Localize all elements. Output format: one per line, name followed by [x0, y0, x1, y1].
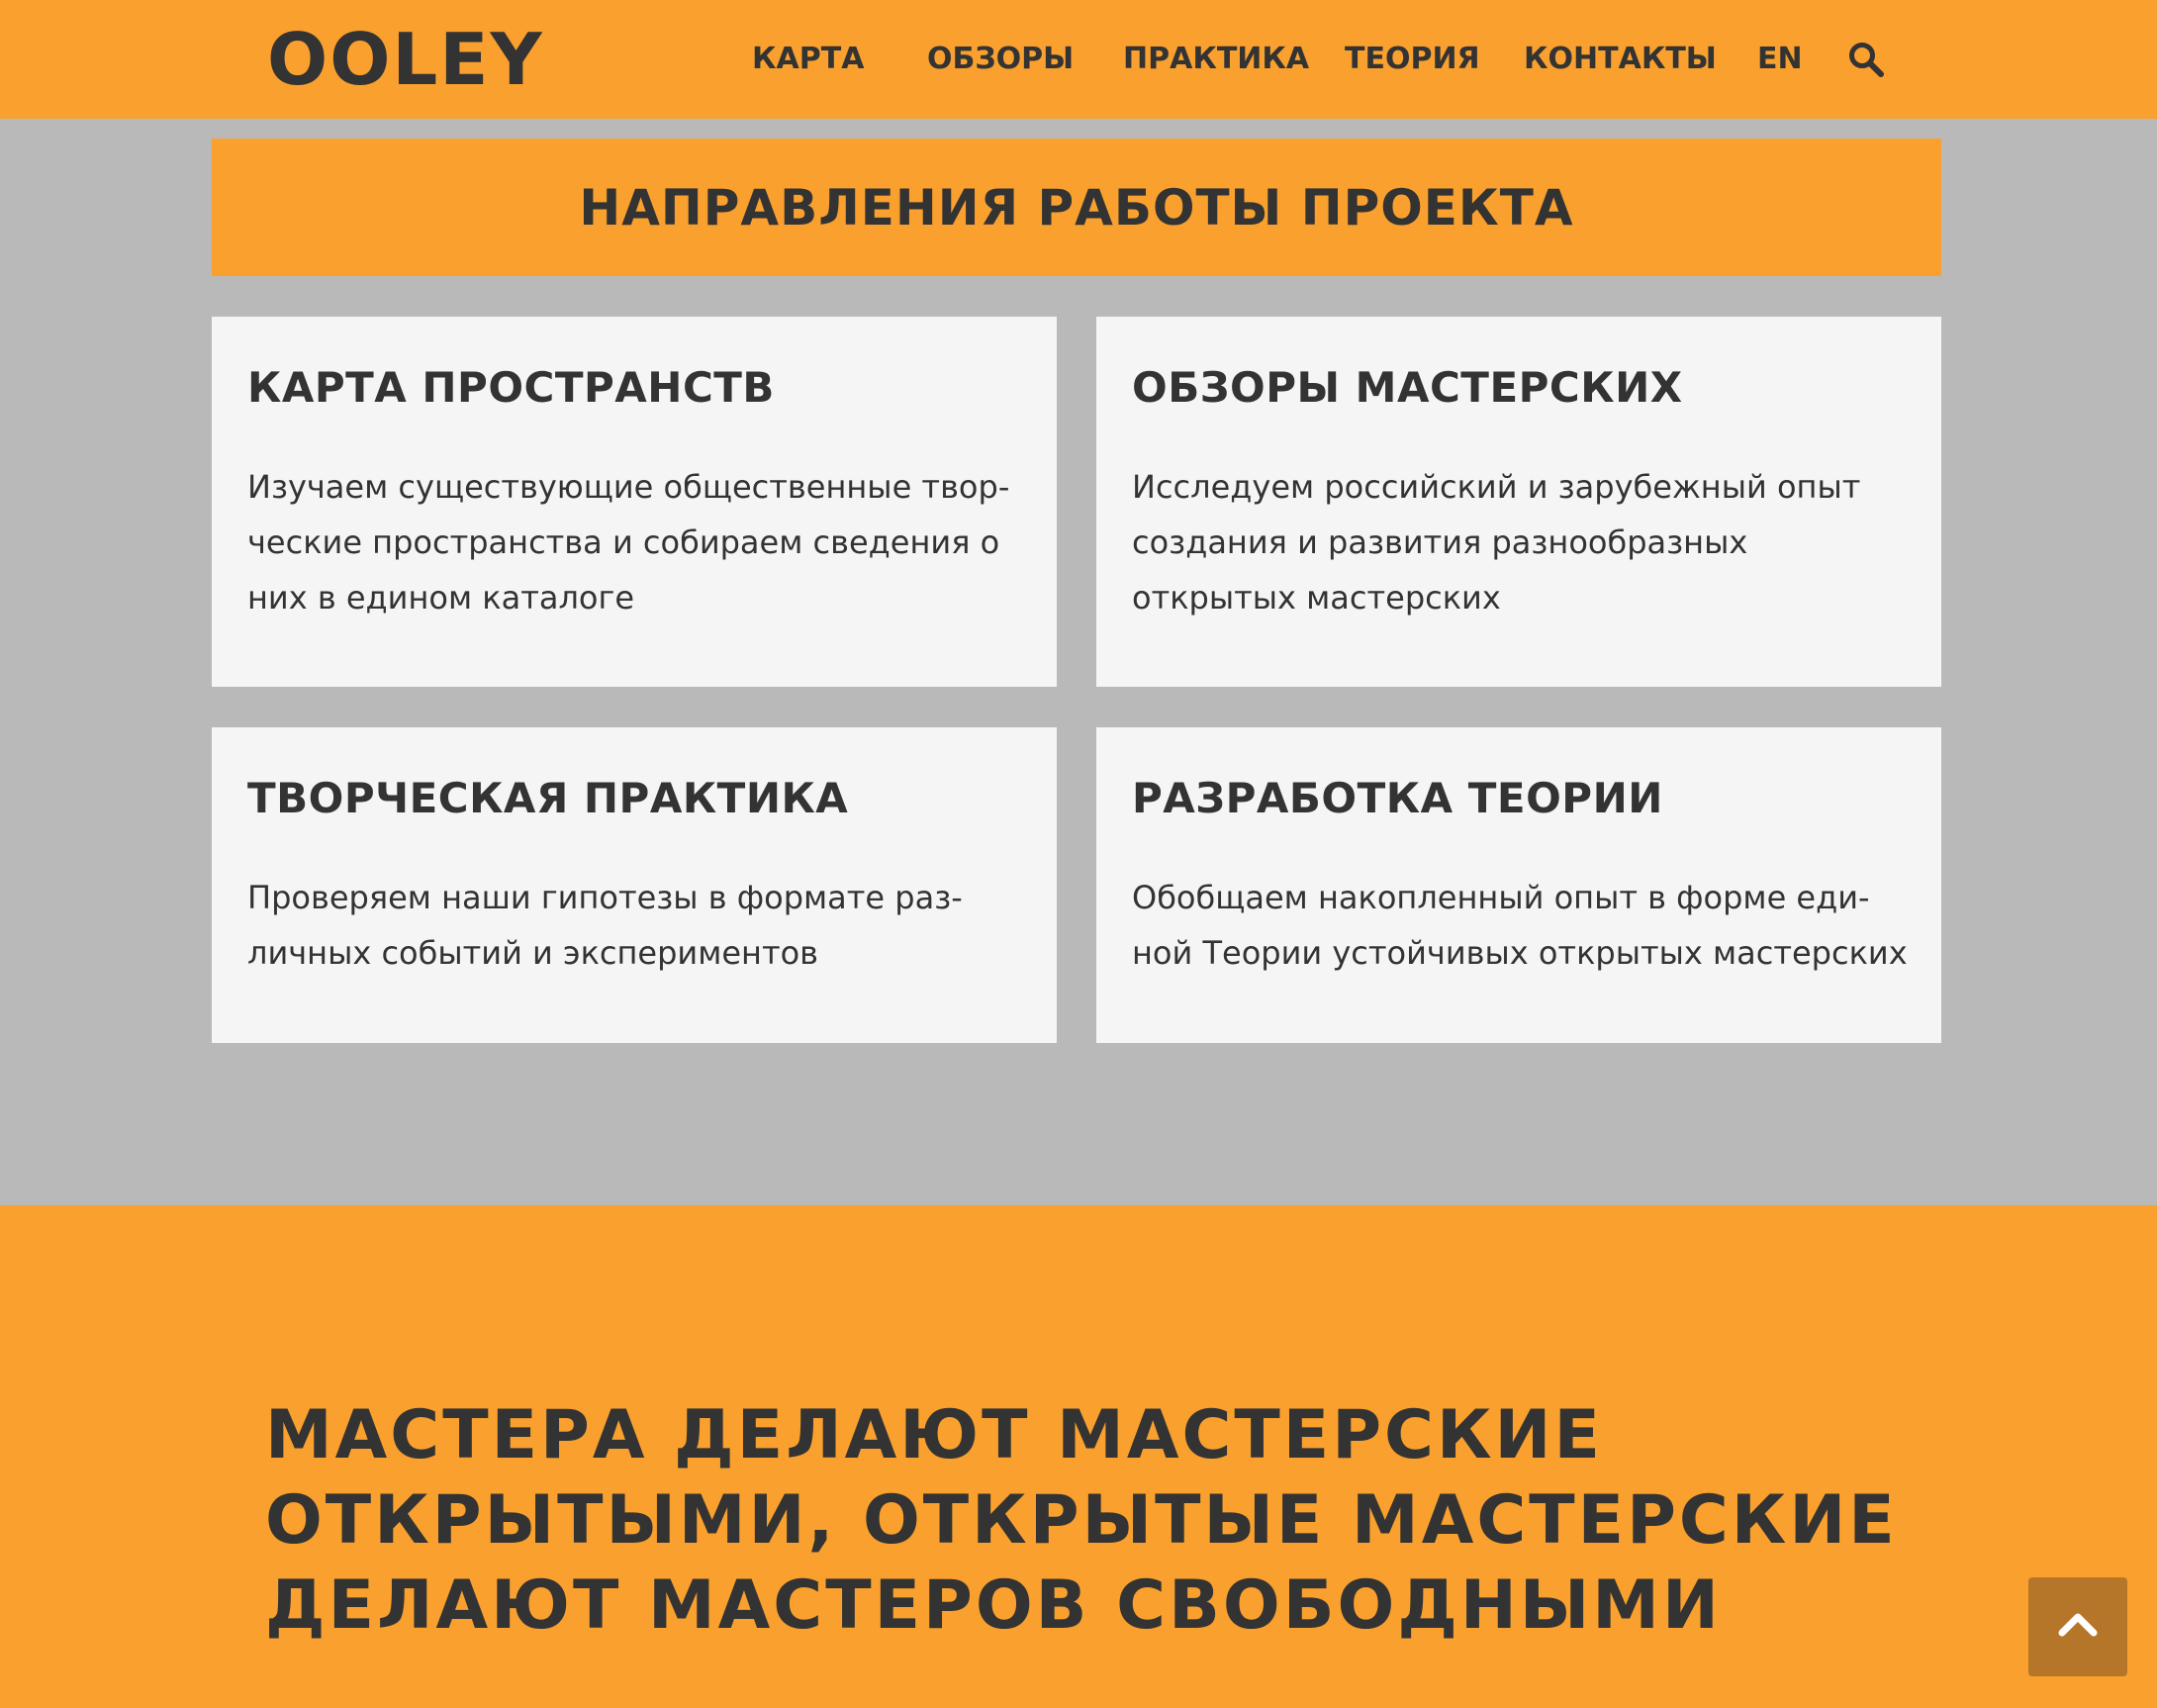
nav-item-kontakty[interactable]: КОНТАКТЫ [1524, 40, 1717, 79]
scroll-to-top-button[interactable] [2028, 1577, 2127, 1676]
card-karta-prostranstv[interactable]: КАРТА ПРОСТРАНСТВ Изучаем существующие о… [212, 317, 1057, 687]
card-tvorcheskaya-praktika[interactable]: ТВОРЧЕСКАЯ ПРАКТИКА Проверяем наши гипот… [212, 727, 1057, 1043]
card-title: ТВОРЧЕСКАЯ ПРАКТИКА [247, 774, 849, 822]
language-switch[interactable]: EN [1757, 40, 1803, 79]
main-nav: КАРТА ОБЗОРЫ ПРАКТИКА ТЕОРИЯ КОНТАКТЫ EN [0, 0, 2157, 119]
card-text: Исследуем российский и зарубежный опыт с… [1132, 468, 1861, 617]
nav-item-karta[interactable]: КАРТА [752, 40, 864, 79]
card-text: Обобщаем накопленный опыт в форме еди­но… [1132, 879, 1908, 972]
section-title-bar: НАПРАВЛЕНИЯ РАБОТЫ ПРОЕКТА [212, 139, 1941, 276]
card-title: РАЗРАБОТКА ТЕОРИИ [1132, 774, 1663, 822]
search-icon[interactable] [1846, 40, 1886, 79]
card-text: Проверяем наши гипотезы в формате раз­ли… [247, 879, 963, 972]
card-obzory-masterskih[interactable]: ОБЗОРЫ МАСТЕРСКИХ Исследуем российский и… [1096, 317, 1941, 687]
card-razrabotka-teorii[interactable]: РАЗРАБОТКА ТЕОРИИ Обобщаем накопленный о… [1096, 727, 1941, 1043]
motto-text: МАСТЕРА ДЕЛАЮТ МАСТЕРСКИЕ ОТКРЫТЫМИ, ОТК… [265, 1396, 1898, 1645]
nav-item-praktika[interactable]: ПРАКТИКА [1123, 40, 1309, 79]
nav-item-teoriya[interactable]: ТЕОРИЯ [1345, 40, 1480, 79]
card-text: Изучаем существующие общественные твор­ч… [247, 468, 1010, 617]
motto-banner: МАСТЕРА ДЕЛАЮТ МАСТЕРСКИЕ ОТКРЫТЫМИ, ОТК… [0, 1205, 2157, 1708]
card-title: ОБЗОРЫ МАСТЕРСКИХ [1132, 363, 1683, 412]
site-header: OOLEY КАРТА ОБЗОРЫ ПРАКТИКА ТЕОРИЯ КОНТА… [0, 0, 2157, 119]
nav-item-obzory[interactable]: ОБЗОРЫ [927, 40, 1074, 79]
chevron-up-icon [2054, 1601, 2102, 1653]
card-title: КАРТА ПРОСТРАНСТВ [247, 363, 775, 412]
section-title: НАПРАВЛЕНИЯ РАБОТЫ ПРОЕКТА [579, 178, 1574, 237]
